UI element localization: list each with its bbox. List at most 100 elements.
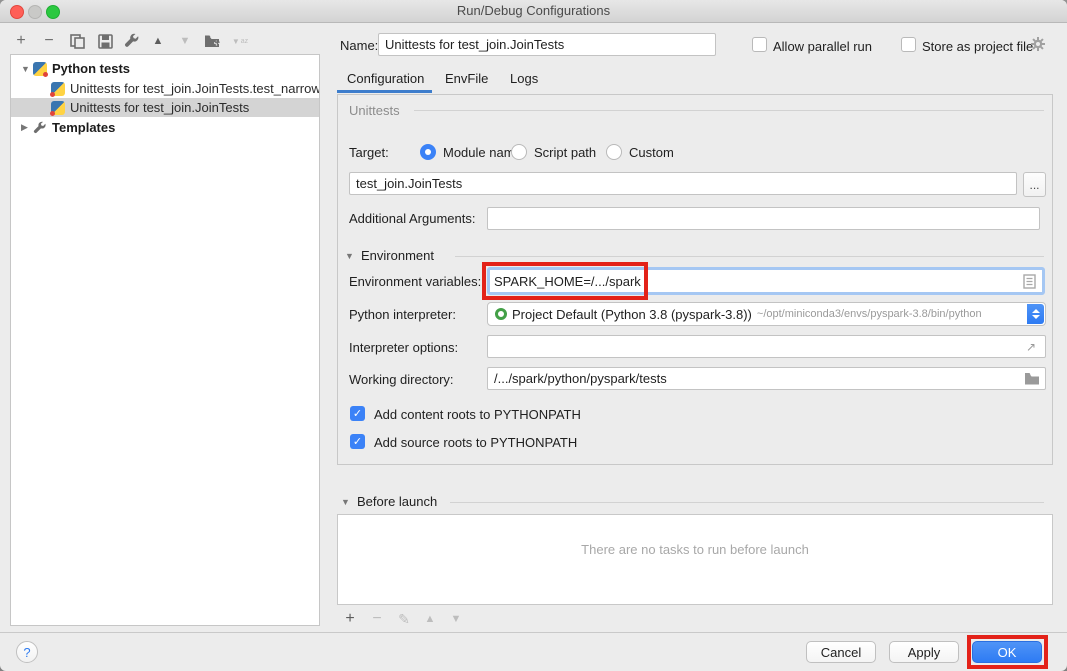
target-module-name-label: Module name <box>443 145 522 160</box>
select-stepper-icon[interactable] <box>1027 304 1044 324</box>
new-folder-button[interactable] <box>201 30 223 52</box>
section-divider <box>455 256 1044 257</box>
tab-configuration[interactable]: Configuration <box>347 71 424 86</box>
store-as-project-file-checkbox[interactable] <box>901 37 916 52</box>
minus-icon: − <box>44 32 53 50</box>
target-custom-label: Custom <box>629 145 674 160</box>
pencil-icon: ✎ <box>398 611 410 628</box>
tree-item-python-tests[interactable]: ▼ Python tests <box>11 59 319 78</box>
save-configuration-button[interactable] <box>94 30 116 52</box>
remove-configuration-button[interactable]: − <box>38 30 60 52</box>
save-icon <box>98 34 113 49</box>
check-icon: ✓ <box>353 435 362 448</box>
section-divider <box>450 502 1044 503</box>
interpreter-options-label: Interpreter options: <box>349 340 458 355</box>
allow-parallel-run-label: Allow parallel run <box>773 39 872 54</box>
arrow-down-icon: ▼ <box>451 613 462 625</box>
add-content-roots-checkbox[interactable]: ✓ <box>350 406 365 421</box>
edit-templates-button[interactable] <box>121 30 143 52</box>
apply-button[interactable]: Apply <box>889 641 959 663</box>
arrow-up-icon: ▲ <box>425 613 436 625</box>
interpreter-options-input[interactable] <box>487 335 1046 358</box>
tree-item-label: Unittests for test_join.JoinTests <box>70 100 249 115</box>
edit-variables-icon[interactable] <box>1023 274 1036 289</box>
tree-item-label: Python tests <box>52 61 130 76</box>
group-divider <box>414 110 1044 111</box>
active-tab-underline <box>337 90 432 93</box>
environment-collapse-icon[interactable]: ▼ <box>345 251 354 261</box>
name-label: Name: <box>340 38 378 53</box>
check-icon: ✓ <box>353 407 362 420</box>
module-name-input[interactable] <box>349 172 1017 195</box>
disclosure-open-icon[interactable]: ▼ <box>21 64 33 74</box>
help-button[interactable]: ? <box>16 641 38 663</box>
tree-item-test-narrow[interactable]: Unittests for test_join.JoinTests.test_n… <box>11 79 320 98</box>
working-directory-input[interactable] <box>487 367 1046 390</box>
ok-button[interactable]: OK <box>972 641 1042 663</box>
environment-variables-field <box>487 267 1045 295</box>
before-launch-empty-text: There are no tasks to run before launch <box>337 542 1053 557</box>
store-as-project-file-label: Store as project file <box>922 39 1033 54</box>
allow-parallel-run-checkbox[interactable] <box>752 37 767 52</box>
sort-az-icon: ▼az <box>232 37 248 46</box>
before-launch-collapse-icon[interactable]: ▼ <box>341 497 350 507</box>
additional-arguments-label: Additional Arguments: <box>349 211 475 226</box>
target-script-path-radio[interactable] <box>511 144 527 160</box>
footer-divider <box>0 632 1067 633</box>
additional-arguments-input[interactable] <box>487 207 1040 230</box>
before-launch-section-header[interactable]: Before launch <box>357 494 437 509</box>
add-content-roots-label: Add content roots to PYTHONPATH <box>374 407 581 422</box>
before-launch-move-down-button[interactable]: ▼ <box>445 608 467 630</box>
tree-item-label: Unittests for test_join.JoinTests.test_n… <box>70 81 320 96</box>
run-debug-configurations-dialog: Run/Debug Configurations + − ▲ ▼ ▼az ▼ P… <box>0 0 1067 671</box>
expand-field-icon[interactable]: ↗ <box>1026 340 1036 354</box>
tree-item-templates[interactable]: ▶ Templates <box>11 118 319 137</box>
target-script-path-label: Script path <box>534 145 596 160</box>
tab-envfile[interactable]: EnvFile <box>445 71 488 86</box>
environment-section-header[interactable]: Environment <box>361 248 434 263</box>
store-settings-gear-icon[interactable] <box>1030 36 1046 52</box>
before-launch-move-up-button[interactable]: ▲ <box>419 608 441 630</box>
unittest-run-icon <box>51 82 65 96</box>
tab-logs[interactable]: Logs <box>510 71 538 86</box>
window-title: Run/Debug Configurations <box>0 3 1067 18</box>
unittests-group-label: Unittests <box>349 103 400 118</box>
wrench-icon <box>124 33 140 49</box>
arrow-down-icon: ▼ <box>180 35 191 47</box>
cancel-button[interactable]: Cancel <box>806 641 876 663</box>
add-source-roots-label: Add source roots to PYTHONPATH <box>374 435 577 450</box>
disclosure-closed-icon[interactable]: ▶ <box>21 122 33 133</box>
python-interpreter-label: Python interpreter: <box>349 307 456 322</box>
target-module-name-radio[interactable] <box>420 144 436 160</box>
before-launch-add-button[interactable]: + <box>339 608 361 630</box>
copy-configuration-button[interactable] <box>66 30 88 52</box>
interpreter-path: ~/opt/miniconda3/envs/pyspark-3.8/bin/py… <box>757 308 982 320</box>
minus-icon: − <box>372 610 381 628</box>
target-label: Target: <box>349 145 389 160</box>
name-input[interactable] <box>378 33 716 56</box>
add-configuration-button[interactable]: + <box>10 30 32 52</box>
target-custom-radio[interactable] <box>606 144 622 160</box>
copy-icon <box>70 34 85 49</box>
python-interpreter-select[interactable]: Project Default (Python 3.8 (pyspark-3.8… <box>487 302 1046 326</box>
templates-wrench-icon <box>33 121 47 135</box>
configurations-tree: ▼ Python tests Unittests for test_join.J… <box>10 54 320 626</box>
plus-icon: + <box>345 610 354 628</box>
tree-item-label: Templates <box>52 120 115 135</box>
conda-env-icon <box>495 308 507 320</box>
browse-folder-icon[interactable] <box>1024 372 1040 385</box>
before-launch-remove-button[interactable]: − <box>366 608 388 630</box>
sort-configurations-button[interactable]: ▼az <box>229 30 251 52</box>
browse-module-button[interactable]: ... <box>1023 172 1046 197</box>
before-launch-edit-button[interactable]: ✎ <box>393 608 415 630</box>
add-source-roots-checkbox[interactable]: ✓ <box>350 434 365 449</box>
python-tests-icon <box>33 62 47 76</box>
unittest-run-icon <box>51 101 65 115</box>
tree-item-jointests-selected[interactable]: Unittests for test_join.JoinTests <box>11 98 320 117</box>
environment-variables-input[interactable] <box>490 274 1023 289</box>
before-launch-task-list <box>337 514 1053 605</box>
plus-icon: + <box>16 32 25 50</box>
move-up-button[interactable]: ▲ <box>147 30 169 52</box>
arrow-up-icon: ▲ <box>153 35 164 47</box>
move-down-button[interactable]: ▼ <box>174 30 196 52</box>
